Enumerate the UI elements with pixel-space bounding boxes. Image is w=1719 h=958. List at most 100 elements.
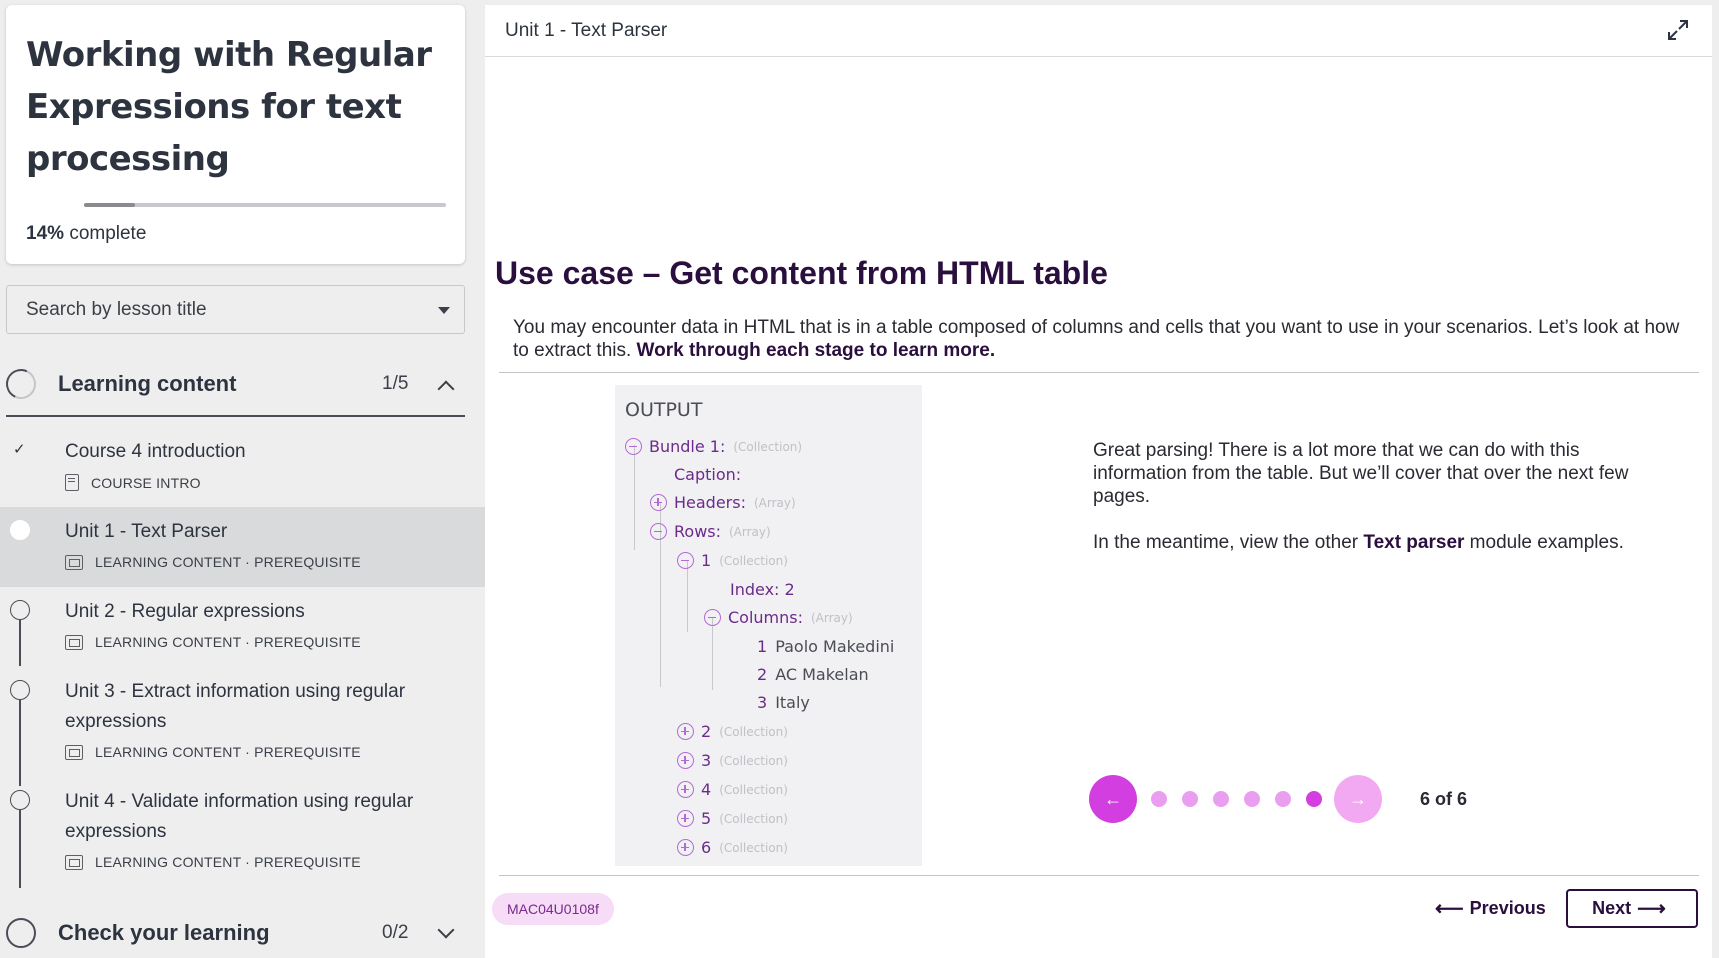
- lesson-meta-text: COURSE INTRO: [91, 474, 201, 491]
- tree-type: (Array): [811, 610, 853, 625]
- tree-type: (Collection): [733, 439, 803, 454]
- next-button[interactable]: Next ⟶: [1566, 889, 1698, 928]
- section-learning-content[interactable]: Learning content 1/5: [0, 353, 465, 415]
- collapse-icon: [625, 438, 642, 455]
- lesson-topbar: Unit 1 - Text Parser: [485, 5, 1712, 57]
- slides-icon: [65, 744, 83, 760]
- progress-percent: 14%: [26, 223, 65, 244]
- lesson-title: Unit 1 - Text Parser: [65, 521, 228, 542]
- tree-type: (Array): [729, 524, 771, 539]
- lesson-search-select[interactable]: Search by lesson title: [6, 285, 465, 334]
- lesson-unit-4[interactable]: Unit 4 - Validate information using regu…: [0, 777, 485, 887]
- tree-label: 3: [701, 751, 712, 770]
- tree-label: Rows:: [674, 522, 721, 541]
- section-progress-ring: [6, 918, 36, 948]
- lesson-meta-text: LEARNING CONTENT · PREREQUISITE: [95, 634, 361, 650]
- lesson-course-intro[interactable]: ✓ Course 4 introduction COURSE INTRO: [0, 425, 485, 505]
- intro-paragraph: You may encounter data in HTML that is i…: [513, 316, 1693, 362]
- tree-rows: Rows: (Array): [650, 522, 771, 541]
- expand-plus-icon: [677, 723, 694, 740]
- lesson-title: Unit 4 - Validate information using regu…: [65, 791, 414, 842]
- section-check-your-learning[interactable]: Check your learning 0/2: [0, 902, 465, 958]
- pager-dot[interactable]: [1151, 791, 1167, 807]
- expand-plus-icon: [677, 781, 694, 798]
- slides-icon: [65, 554, 83, 570]
- expand-plus-icon: [677, 752, 694, 769]
- lesson-title: Unit 2 - Regular expressions: [65, 601, 305, 622]
- tree-label: Bundle 1:: [649, 437, 726, 456]
- stage-paragraph: In the meantime, view the other Text par…: [1093, 531, 1673, 554]
- lesson-status-dot: [10, 520, 30, 540]
- stage-explanation: Great parsing! There is a lot more that …: [1093, 439, 1673, 577]
- tree-column-value: 1 Paolo Makedini: [757, 637, 894, 656]
- tree-label: Caption:: [674, 465, 742, 484]
- collapse-icon: [677, 552, 694, 569]
- pager-dot[interactable]: [1213, 791, 1229, 807]
- section-title: Learning content: [58, 371, 237, 396]
- expand-plus-icon: [650, 494, 667, 511]
- lesson-meta-text: LEARNING CONTENT · PREREQUISITE: [95, 854, 361, 870]
- lesson-status-dot: [10, 680, 30, 700]
- section-count: 1/5: [382, 373, 409, 394]
- tree-row-collapsed: 5 (Collection): [677, 809, 788, 828]
- pager-dot[interactable]: [1182, 791, 1198, 807]
- tree-column-value: 3 Italy: [757, 693, 810, 712]
- output-title: OUTPUT: [625, 399, 703, 421]
- tree-line: [634, 445, 635, 550]
- lesson-title: Course 4 introduction: [65, 441, 246, 462]
- course-progress-bar: [84, 203, 446, 207]
- lesson-content-panel: Unit 1 - Text Parser Use case – Get cont…: [485, 5, 1712, 958]
- expand-icon[interactable]: [1666, 18, 1690, 42]
- lesson-title: Unit 3 - Extract information using regul…: [65, 681, 406, 732]
- lesson-unit-1[interactable]: Unit 1 - Text Parser LEARNING CONTENT · …: [0, 507, 485, 587]
- tree-index-num: 2: [757, 665, 768, 684]
- lesson-meta: LEARNING CONTENT · PREREQUISITE: [65, 634, 361, 650]
- tree-type: (Array): [753, 495, 796, 510]
- arrow-left-icon: ←: [1104, 788, 1122, 809]
- tree-type: (Collection): [719, 753, 788, 768]
- previous-label: Previous: [1469, 898, 1546, 918]
- previous-button[interactable]: ⟵ Previous: [1429, 896, 1546, 921]
- tree-value: Italy: [775, 693, 810, 712]
- course-title: Working with Regular Expressions for tex…: [26, 35, 432, 179]
- tree-bundle-1: Bundle 1: (Collection): [625, 437, 802, 456]
- collapse-icon: [704, 609, 721, 626]
- slides-icon: [65, 634, 83, 650]
- lesson-unit-3[interactable]: Unit 3 - Extract information using regul…: [0, 667, 485, 777]
- pager-count: 6 of 6: [1420, 788, 1468, 809]
- expand-plus-icon: [677, 810, 694, 827]
- lesson-meta-text: LEARNING CONTENT · PREREQUISITE: [95, 554, 361, 570]
- tree-label: 1: [701, 551, 712, 570]
- lesson-meta: COURSE INTRO: [65, 474, 201, 491]
- section-progress-ring: [1, 364, 41, 404]
- lesson-status-dot: [10, 790, 30, 810]
- tree-columns: Columns: (Array): [704, 608, 853, 627]
- section-divider: [6, 415, 465, 417]
- course-progress-text: 14% complete: [26, 223, 146, 245]
- stage-text: module examples.: [1464, 532, 1624, 553]
- document-icon: [65, 474, 79, 491]
- pager-dot[interactable]: [1244, 791, 1260, 807]
- lesson-search-placeholder: Search by lesson title: [26, 298, 207, 320]
- pager-prev-button[interactable]: ←: [1089, 775, 1137, 823]
- tree-index: Index: 2: [730, 580, 795, 599]
- chevron-up-icon: [437, 380, 455, 398]
- tree-label: 4: [701, 780, 712, 799]
- course-sidebar: Working with Regular Expressions for tex…: [0, 0, 485, 958]
- tree-row-collapsed: 2 (Collection): [677, 722, 788, 741]
- progress-suffix: complete: [69, 223, 147, 244]
- chevron-down-icon: [437, 921, 455, 939]
- tree-line: [712, 618, 713, 690]
- tree-type: (Collection): [719, 840, 788, 855]
- pager-dot[interactable]: [1275, 791, 1291, 807]
- stage-paragraph: Great parsing! There is a lot more that …: [1093, 440, 1629, 507]
- tree-type: (Collection): [719, 724, 788, 739]
- tree-value: AC Makelan: [775, 665, 869, 684]
- pager-next-button[interactable]: →: [1334, 775, 1382, 823]
- pager-dot[interactable]: [1306, 791, 1322, 807]
- slides-icon: [65, 854, 83, 870]
- content-divider: [499, 372, 1699, 373]
- arrow-right-icon: ⟶: [1637, 898, 1666, 920]
- tree-index-num: 3: [757, 693, 768, 712]
- lesson-unit-2[interactable]: Unit 2 - Regular expressions LEARNING CO…: [0, 587, 485, 667]
